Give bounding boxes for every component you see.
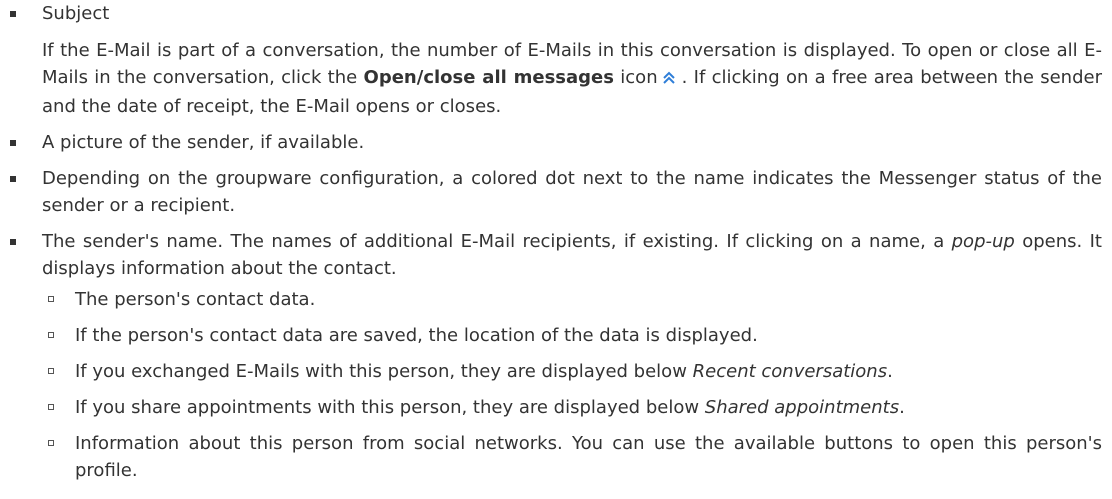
subitem-text-part2: .: [887, 361, 893, 382]
contact-info-sublist: The person's contact data. If the person…: [42, 286, 1102, 484]
bullet-square: [10, 11, 16, 17]
sublist-item: Information about this person from socia…: [42, 430, 1102, 484]
bullet-hollow-square: [48, 404, 54, 410]
bullet-square: [10, 176, 16, 182]
open-close-all-label: Open/close all messages: [363, 67, 614, 88]
sublist-item: The person's contact data.: [42, 286, 1102, 313]
subitem-text-part1: If you exchanged E-Mails with this perso…: [75, 361, 693, 382]
pop-up-term: pop-up: [951, 231, 1015, 252]
sender-text-part1: The sender's name. The names of addition…: [42, 231, 952, 252]
bullet-hollow-square: [48, 368, 54, 374]
sublist-item: If you share appointments with this pers…: [42, 394, 1102, 421]
bullet-square: [10, 239, 16, 245]
item-text: The sender's name. The names of addition…: [42, 228, 1102, 282]
bullet-hollow-square: [48, 332, 54, 338]
subject-description: If the E-Mail is part of a conversation,…: [42, 37, 1102, 120]
bullet-square: [10, 140, 16, 146]
item-text: A picture of the sender, if available.: [42, 132, 365, 153]
subitem-text: Information about this person from socia…: [75, 433, 1102, 481]
item-text: Depending on the groupware configuration…: [42, 168, 1102, 216]
subitem-text-part1: If you share appointments with this pers…: [75, 397, 705, 418]
subitem-text: If the person's contact data are saved, …: [75, 325, 758, 346]
list-item-picture: A picture of the sender, if available.: [0, 129, 1112, 156]
feature-list: Subject If the E-Mail is part of a conve…: [0, 0, 1112, 484]
double-chevron-up-icon[interactable]: [662, 66, 676, 93]
bullet-hollow-square: [48, 440, 54, 446]
sublist-item: If you exchanged E-Mails with this perso…: [42, 358, 1102, 385]
sublist-item: If the person's contact data are saved, …: [42, 322, 1102, 349]
item-text: Subject: [42, 3, 110, 24]
subitem-text-part2: .: [899, 397, 905, 418]
subject-text-part2: icon: [613, 67, 658, 88]
list-item-subject: Subject If the E-Mail is part of a conve…: [0, 0, 1112, 120]
list-item-messenger-status: Depending on the groupware configuration…: [0, 165, 1112, 219]
recent-conversations-term: Recent conversations: [692, 361, 888, 382]
subitem-text: The person's contact data.: [75, 289, 316, 310]
document-body: Subject If the E-Mail is part of a conve…: [0, 0, 1112, 484]
bullet-hollow-square: [48, 296, 54, 302]
list-item-sender-name: The sender's name. The names of addition…: [0, 228, 1112, 484]
shared-appointments-term: Shared appointments: [704, 397, 900, 418]
